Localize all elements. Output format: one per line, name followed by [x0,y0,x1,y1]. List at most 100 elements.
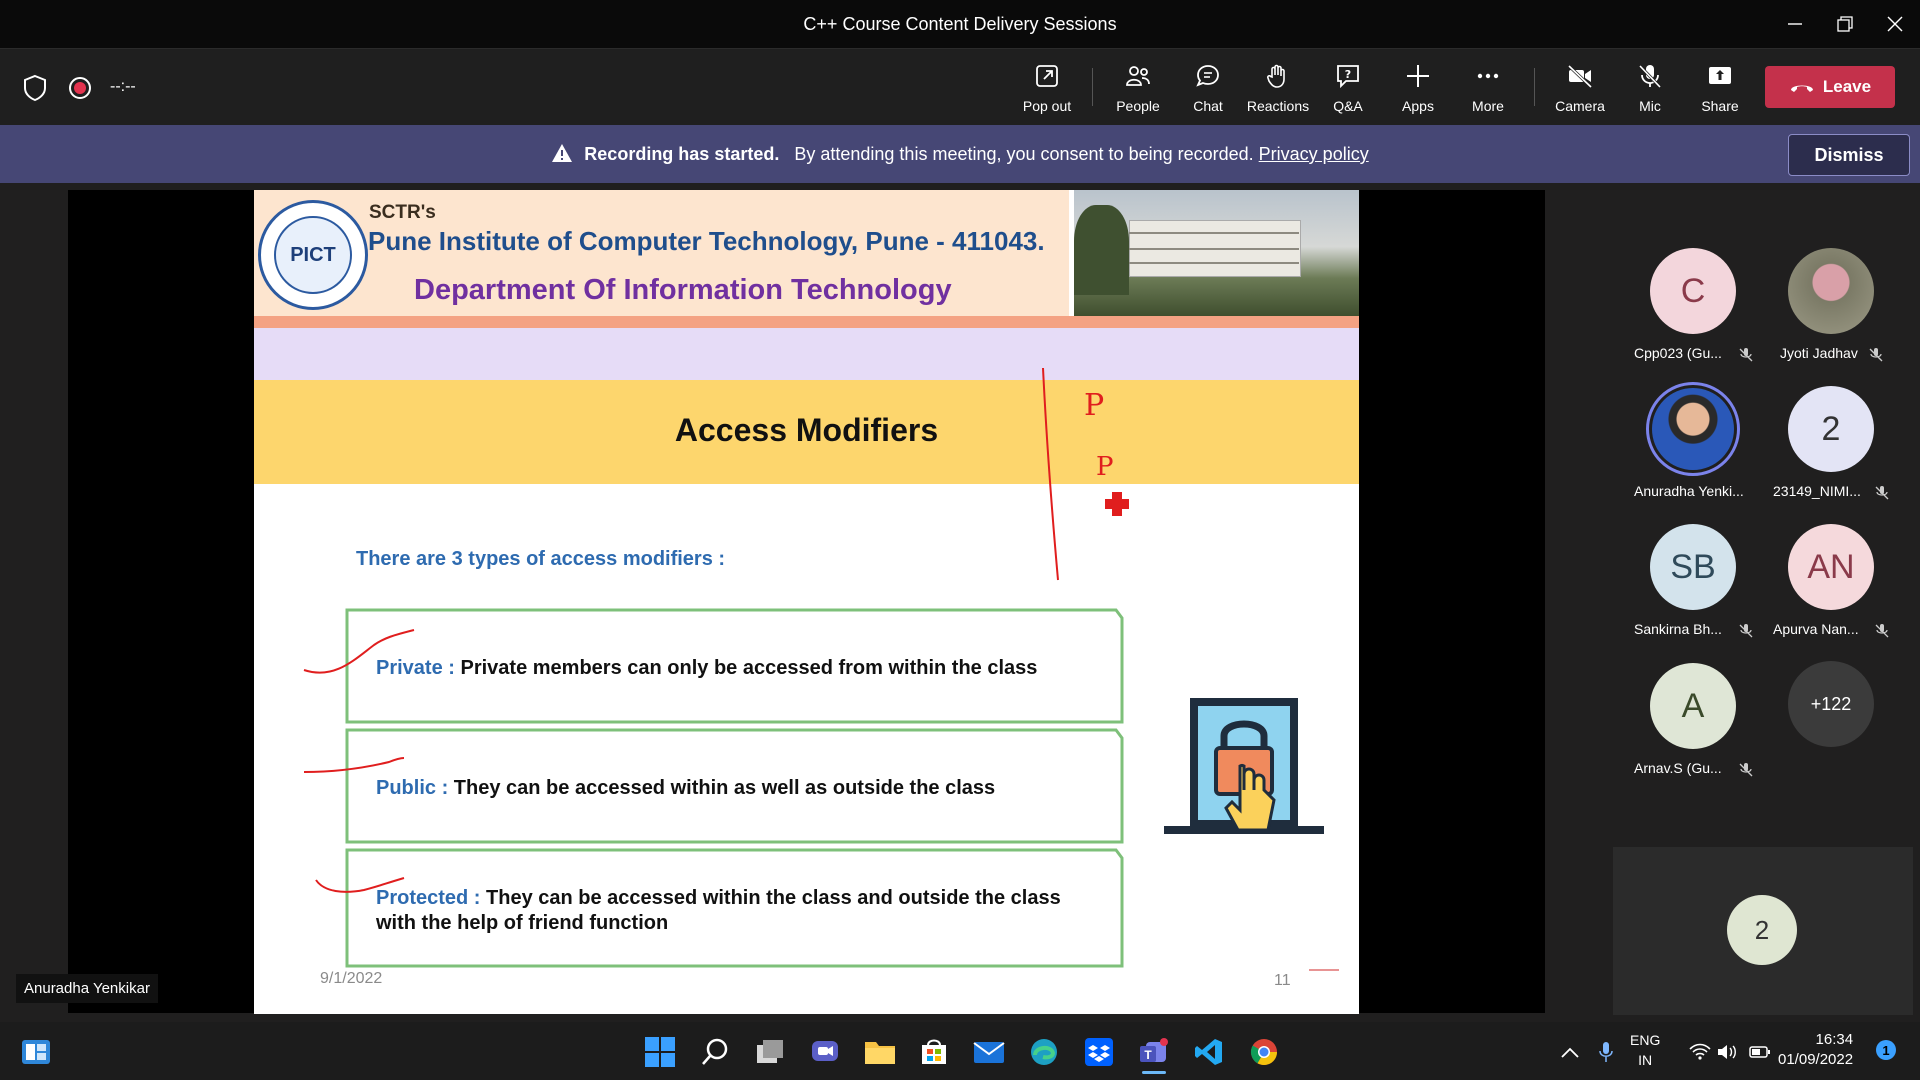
mic-muted-icon [1739,624,1753,638]
shared-slide: PICT SCTR's Pune Institute of Computer T… [254,190,1359,1014]
people-label: People [1116,98,1160,114]
teams-icon[interactable]: T [1134,1032,1174,1072]
notification-badge[interactable]: 1 [1876,1040,1896,1060]
participant-name: Sankirna Bh... [1634,621,1722,637]
more-button[interactable]: More [1453,58,1523,120]
system-clock[interactable]: 16:34 01/09/2022 [1778,1030,1853,1070]
reactions-button[interactable]: Reactions [1243,58,1313,120]
camera-label: Camera [1555,98,1605,114]
participant-tile[interactable] [1788,248,1874,334]
participant-name: 23149_NIMI... [1773,483,1861,499]
mail-icon[interactable] [969,1032,1009,1072]
region-code: IN [1638,1052,1653,1068]
pen-annotations [303,367,1339,971]
participant-name: Cpp023 (Gu... [1634,345,1722,361]
annotation-letter: P [1084,388,1105,423]
leave-button[interactable]: Leave [1765,66,1895,108]
clock-time: 16:34 [1815,1031,1854,1048]
camera-button[interactable]: Camera [1545,58,1615,120]
toolbar-divider [1092,68,1093,106]
hang-up-icon [1790,85,1813,92]
participant-tile-speaking[interactable] [1646,382,1740,476]
dropbox-icon[interactable] [1079,1032,1119,1072]
people-icon [1126,66,1150,86]
mic-off-icon [1638,64,1662,89]
minimize-button[interactable] [1770,0,1820,48]
restore-icon [1837,16,1853,32]
pop-out-icon [1036,65,1058,87]
edge-icon[interactable] [1024,1032,1064,1072]
avatar: C [1650,248,1736,334]
close-button[interactable] [1870,0,1920,48]
qa-label: Q&A [1333,98,1363,114]
share-screen-icon [1709,67,1731,84]
vscode-icon[interactable] [1189,1032,1229,1072]
banner-text: Recording has started. By attending this… [0,125,1920,183]
battery-icon[interactable] [1740,1032,1780,1072]
avatar-photo [1788,248,1874,334]
pop-out-button[interactable]: Pop out [1012,58,1082,120]
more-participants-button[interactable]: +122 [1788,661,1874,747]
warning-icon [552,144,573,162]
avatar: 2 [1788,386,1874,472]
qa-icon: ? [1337,65,1359,89]
shield-icon[interactable] [22,74,48,107]
avatar: A [1650,663,1736,749]
windows-start-icon[interactable] [640,1032,680,1072]
restore-button[interactable] [1820,0,1870,48]
apps-button[interactable]: Apps [1383,58,1453,120]
qa-button[interactable]: ? Q&A [1313,58,1383,120]
chat-label: Chat [1193,98,1223,114]
participant-tile[interactable]: SB [1650,524,1736,610]
chat-icon[interactable] [805,1032,845,1072]
overflow-count[interactable]: 2 [1727,895,1797,965]
task-view-icon[interactable] [750,1032,790,1072]
raised-hand-icon [1267,64,1285,88]
widgets-icon[interactable] [16,1032,56,1072]
reactions-label: Reactions [1246,98,1310,114]
store-icon[interactable] [914,1032,954,1072]
svg-text:?: ? [1345,68,1351,81]
people-button[interactable]: People [1103,58,1173,120]
share-button[interactable]: Share [1685,58,1755,120]
chat-button[interactable]: Chat [1173,58,1243,120]
participant-name: Jyoti Jadhav [1780,345,1858,361]
file-explorer-icon[interactable] [860,1032,900,1072]
avatar: SB [1650,524,1736,610]
apps-label: Apps [1402,98,1434,114]
meeting-timer: --:-- [110,78,136,95]
banner-title: Recording has started. [584,144,780,164]
language-code: ENG [1630,1032,1661,1048]
banner-message: By attending this meeting, you consent t… [794,144,1254,164]
pop-out-label: Pop out [1022,98,1072,114]
avatar-photo [1652,388,1734,470]
mic-muted-icon [1875,624,1889,638]
language-indicator[interactable]: ENG IN [1630,1030,1660,1070]
avatar: AN [1788,524,1874,610]
participant-tile[interactable]: 2 [1788,386,1874,472]
mic-muted-icon [1739,348,1753,362]
chevron-up-icon[interactable] [1550,1032,1590,1072]
participant-name: Arnav.S (Gu... [1634,760,1722,776]
microphone-tray-icon[interactable] [1586,1032,1626,1072]
participant-tile[interactable]: AN [1788,524,1874,610]
active-app-indicator [1142,1071,1166,1074]
participant-tile[interactable]: C [1650,248,1736,334]
privacy-policy-link[interactable]: Privacy policy [1259,144,1369,164]
clock-date: 01/09/2022 [1778,1051,1854,1068]
minimize-icon [1788,23,1802,25]
close-icon [1887,16,1903,32]
more-participants-count: +122 [1788,661,1874,747]
leave-label: Leave [1822,77,1872,96]
mic-button[interactable]: Mic [1615,58,1685,120]
dismiss-button[interactable]: Dismiss [1788,134,1910,176]
chrome-icon[interactable] [1244,1032,1284,1072]
mic-label: Mic [1639,98,1661,114]
share-label: Share [1701,98,1739,114]
participant-tile[interactable]: A [1650,663,1736,749]
participant-name: Apurva Nan... [1773,621,1859,637]
presenter-name-label: Anuradha Yenkikar [16,974,158,1003]
participant-name: Anuradha Yenki... [1634,483,1744,499]
search-icon[interactable] [695,1032,735,1072]
more-dots-icon [1477,73,1499,79]
